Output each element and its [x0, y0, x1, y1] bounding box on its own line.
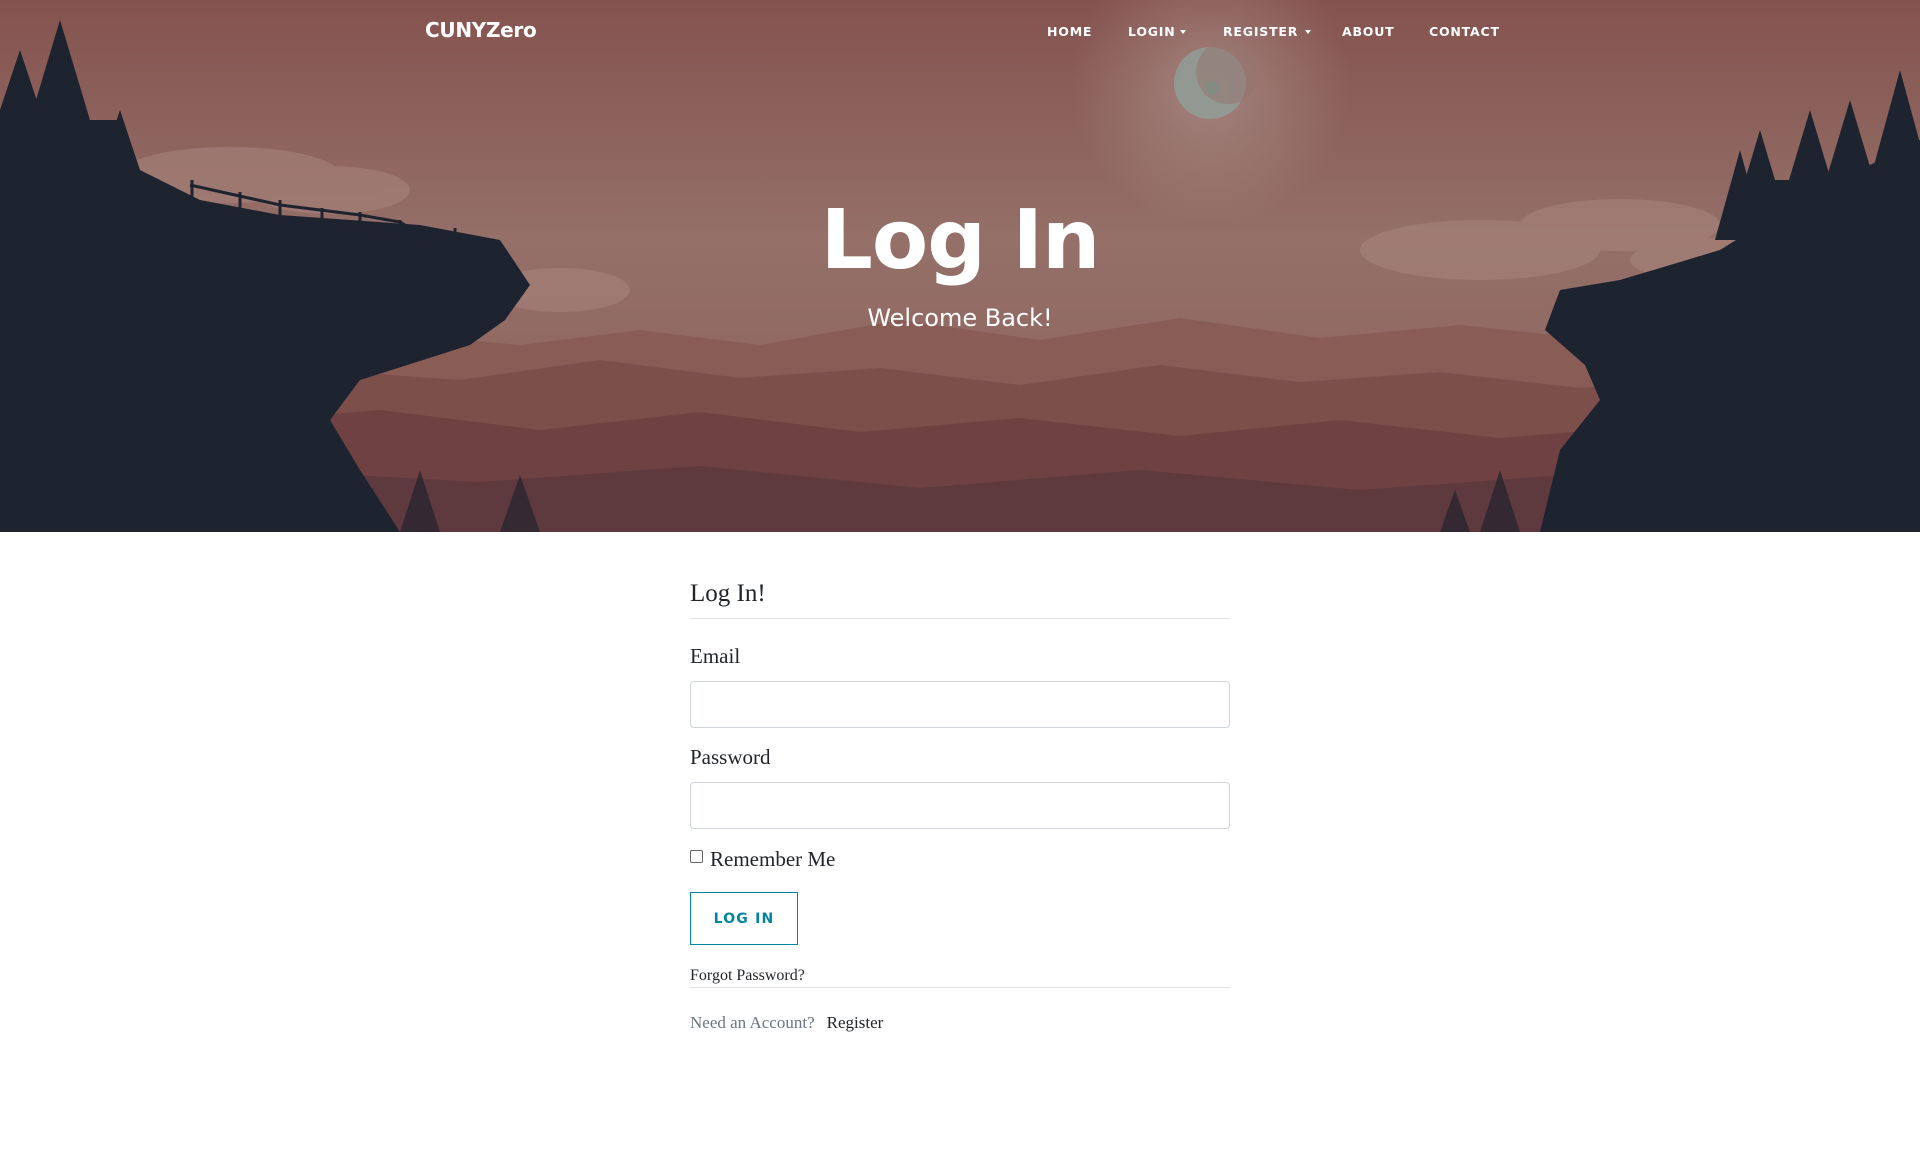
nav-register-label: REGISTER [1223, 24, 1299, 39]
remember-me-checkbox[interactable] [690, 850, 703, 863]
need-account-row: Need an Account? Register [690, 1013, 883, 1033]
remember-me-label[interactable]: Remember Me [710, 847, 835, 872]
form-legend: Log In! [690, 580, 1230, 619]
nav-login-label: LOGIN [1128, 24, 1176, 39]
need-account-text: Need an Account? [690, 1013, 815, 1032]
register-link[interactable]: Register [827, 1013, 884, 1033]
email-label: Email [690, 644, 741, 668]
hero-header: CUNYZero HOME LOGIN REGISTER ABOUT CONTA… [0, 0, 1920, 532]
nav-contact-label: CONTACT [1429, 24, 1500, 39]
chevron-down-icon [1179, 29, 1186, 34]
chevron-down-icon [1305, 29, 1312, 34]
page-title: Log In [820, 193, 1101, 288]
main-navbar: CUNYZero HOME LOGIN REGISTER ABOUT CONTA… [0, 0, 1920, 64]
password-field[interactable] [690, 782, 1230, 829]
nav-login-dropdown[interactable]: LOGIN [1128, 24, 1186, 39]
brand-logo-link[interactable]: CUNYZero [425, 18, 537, 42]
nav-home-label: HOME [1047, 24, 1093, 39]
nav-register-dropdown[interactable]: REGISTER [1223, 24, 1312, 39]
email-field[interactable] [690, 681, 1230, 728]
nav-about-label: ABOUT [1342, 24, 1395, 39]
page-subtitle: Welcome Back! [867, 304, 1053, 332]
nav-about-link[interactable]: ABOUT [1342, 24, 1395, 39]
nav-home-link[interactable]: HOME [1047, 24, 1092, 39]
forgot-password-row: Forgot Password? [690, 967, 1230, 988]
login-submit-button[interactable]: LOG IN [690, 892, 798, 945]
remember-me-row: Remember Me [690, 847, 835, 872]
password-label: Password [690, 745, 771, 769]
forgot-password-link[interactable]: Forgot Password? [690, 967, 805, 984]
nav-contact-link[interactable]: CONTACT [1429, 24, 1500, 39]
login-form: Log In! Email Password Remember Me LOG I… [690, 580, 1230, 1032]
